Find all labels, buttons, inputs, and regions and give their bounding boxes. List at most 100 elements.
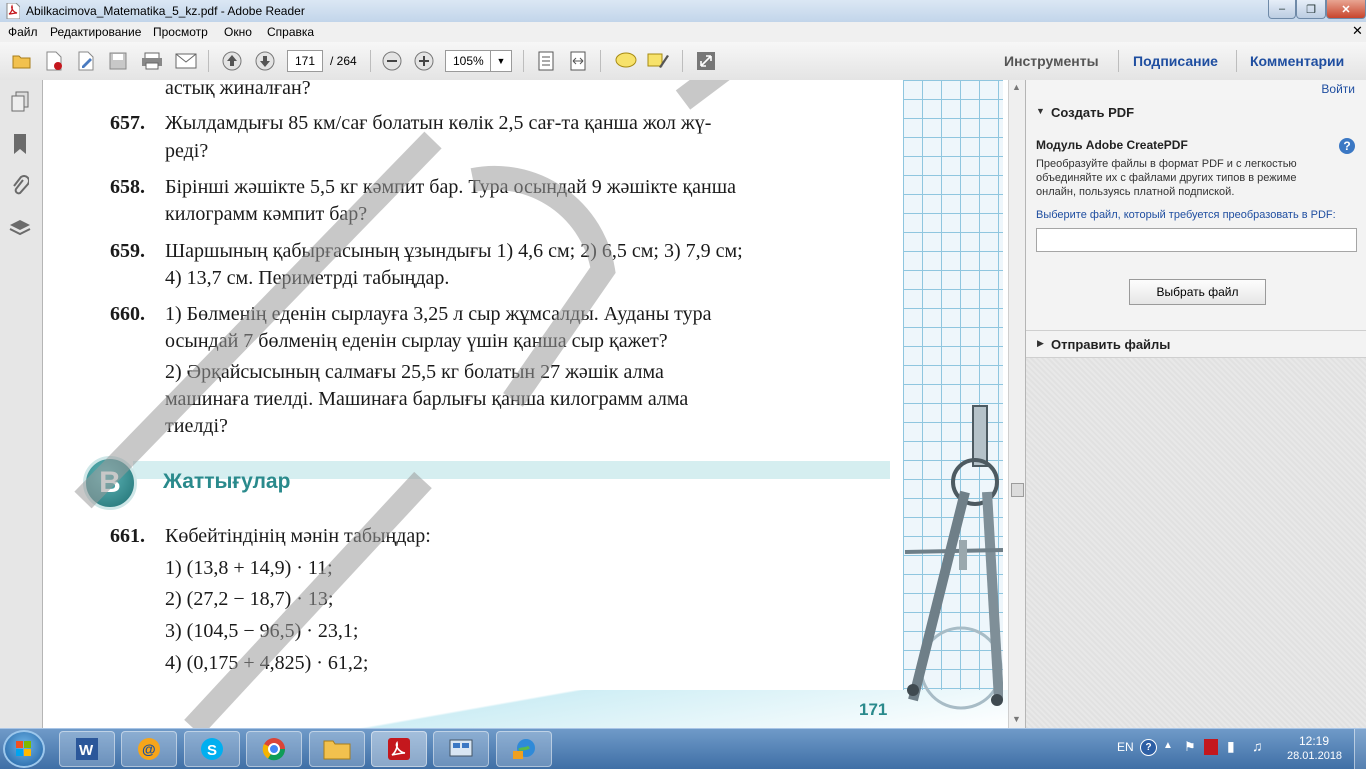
text-line: осындай 7 бөлменің еденін сырлау үшін қа… xyxy=(165,330,668,352)
zoom-dropdown-icon[interactable]: ▼ xyxy=(490,50,512,72)
taskbar-remote-app[interactable] xyxy=(496,731,552,767)
flag-icon[interactable]: ⚑ xyxy=(1184,739,1196,755)
expanded-arrow-icon[interactable]: ▼ xyxy=(1036,106,1045,116)
zoom-input[interactable]: 105% xyxy=(445,50,491,72)
comment-icon[interactable] xyxy=(614,49,638,73)
print-icon[interactable] xyxy=(140,49,164,73)
menu-edit[interactable]: Редактирование xyxy=(50,25,141,39)
toolbar: 171 / 264 105% ▼ Инструменты Подписание … xyxy=(0,42,1366,81)
taskbar-mail[interactable]: @ xyxy=(121,731,177,767)
title-bar: Abilkacimova_Matematika_5_kz.pdf - Adobe… xyxy=(0,0,1366,22)
taskbar-word[interactable]: W xyxy=(59,731,115,767)
taskbar: W @ S EN ? ▲ ⚑ ▮ ♫ 12:19 28.01.2018 xyxy=(0,728,1366,769)
page-number: 171 xyxy=(859,700,888,719)
send-files-section[interactable]: ▶ Отправить файлы xyxy=(1026,331,1366,358)
scroll-down-icon[interactable]: ▼ xyxy=(1012,714,1021,724)
close-document-icon[interactable]: ✕ xyxy=(1352,23,1363,39)
exercise-number: 660. xyxy=(110,303,145,325)
taskbar-skype[interactable]: S xyxy=(184,731,240,767)
window-title: Abilkacimova_Matematika_5_kz.pdf - Adobe… xyxy=(26,4,305,18)
page-number-input[interactable]: 171 xyxy=(287,50,323,72)
document-page[interactable]: астық жиналған? 657. Жылдамдығы 85 км/са… xyxy=(43,80,1008,728)
taskbar-network-app[interactable] xyxy=(433,731,489,767)
taskbar-explorer[interactable] xyxy=(309,731,365,767)
folder-icon xyxy=(323,740,351,760)
show-desktop-button[interactable] xyxy=(1354,729,1366,769)
module-title: Модуль Adobe CreatePDF xyxy=(1036,138,1188,152)
bookmark-icon[interactable] xyxy=(8,132,32,156)
list-item: 4) (0,175 + 4,825) · 61,2; xyxy=(165,652,369,674)
save-icon[interactable] xyxy=(106,49,130,73)
collapsed-arrow-icon[interactable]: ▶ xyxy=(1037,338,1044,349)
list-item: 1) (13,8 + 14,9) · 11; xyxy=(165,557,333,579)
text-line: Көбейтіндінің мәнін табыңдар: xyxy=(165,525,431,547)
menu-window[interactable]: Окно xyxy=(224,25,252,39)
restore-button[interactable]: ❐ xyxy=(1296,0,1326,19)
text-line: 4) 13,7 см. Периметрді табыңдар. xyxy=(165,267,450,289)
zoom-in-icon[interactable] xyxy=(412,49,436,73)
taskbar-adobe-reader[interactable] xyxy=(371,731,427,767)
tray-expand-icon[interactable]: ▲ xyxy=(1163,740,1173,751)
choose-file-button[interactable]: Выбрать файл xyxy=(1129,279,1266,305)
section-badge: B xyxy=(83,456,137,510)
send-files-header[interactable]: Отправить файлы xyxy=(1051,337,1170,352)
help-tray-icon[interactable]: ? xyxy=(1140,739,1157,756)
fit-width-icon[interactable] xyxy=(566,49,590,73)
vertical-scrollbar[interactable]: ▲ ▼ xyxy=(1008,80,1026,728)
next-page-icon[interactable] xyxy=(253,49,277,73)
menu-file[interactable]: Файл xyxy=(8,25,38,39)
clock-date[interactable]: 28.01.2018 xyxy=(1287,750,1342,762)
text-line: машинаға тиелді. Машинаға барлығы қанша … xyxy=(165,388,689,410)
layers-icon[interactable] xyxy=(8,216,32,240)
close-button[interactable]: ✕ xyxy=(1326,0,1366,19)
previous-page-icon[interactable] xyxy=(220,49,244,73)
panel-empty-area xyxy=(1026,358,1366,728)
pages-icon[interactable] xyxy=(8,90,32,114)
text-line: астық жиналған? xyxy=(165,80,311,99)
create-pdf-icon[interactable] xyxy=(42,49,66,73)
edit-pdf-icon[interactable] xyxy=(74,49,98,73)
create-pdf-section: ▼ Создать PDF Модуль Adobe CreatePDF ? П… xyxy=(1026,100,1366,331)
highlight-icon[interactable] xyxy=(646,49,670,73)
language-indicator[interactable]: EN xyxy=(1117,740,1134,754)
svg-text:W: W xyxy=(79,742,94,759)
volume-icon[interactable]: ♫ xyxy=(1252,738,1263,754)
start-button[interactable] xyxy=(3,730,45,768)
tools-link[interactable]: Инструменты xyxy=(1004,53,1099,69)
login-link[interactable]: Войти xyxy=(1321,82,1355,96)
text-line: реді? xyxy=(165,140,209,162)
adobe-tray-icon[interactable] xyxy=(1204,739,1218,755)
create-pdf-header[interactable]: Создать PDF xyxy=(1051,105,1134,120)
list-item: 3) (104,5 − 96,5) · 23,1; xyxy=(165,620,359,642)
select-file-label: Выберите файл, который требуется преобра… xyxy=(1036,209,1336,221)
menu-help[interactable]: Справка xyxy=(267,25,314,39)
panel-top: Войти xyxy=(1026,80,1366,101)
compass-illustration xyxy=(904,405,1003,710)
navigation-pane xyxy=(0,80,43,728)
network-app-icon xyxy=(449,739,473,757)
scroll-up-icon[interactable]: ▲ xyxy=(1012,82,1021,92)
menu-view[interactable]: Просмотр xyxy=(153,25,208,39)
sign-link[interactable]: Подписание xyxy=(1133,53,1218,69)
scroll-thumb[interactable] xyxy=(1011,483,1024,497)
skype-icon: S xyxy=(201,738,223,760)
network-tray-icon[interactable]: ▮ xyxy=(1227,738,1235,755)
minimize-button[interactable]: ‒ xyxy=(1268,0,1296,19)
exercise-number: 659. xyxy=(110,240,145,262)
fullscreen-icon[interactable] xyxy=(694,49,718,73)
email-icon[interactable] xyxy=(174,49,198,73)
text-line: 1) Бөлменің еденін сырлауға 3,25 л сыр ж… xyxy=(165,303,712,325)
mail-agent-icon: @ xyxy=(138,738,160,760)
module-description: Преобразуйте файлы в формат PDF и с легк… xyxy=(1036,158,1297,198)
exercise-number: 657. xyxy=(110,112,145,134)
open-icon[interactable] xyxy=(10,49,34,73)
exercise-number: 661. xyxy=(110,525,145,547)
zoom-out-icon[interactable] xyxy=(380,49,404,73)
help-icon[interactable]: ? xyxy=(1339,138,1355,154)
file-path-input[interactable] xyxy=(1036,228,1357,252)
taskbar-chrome[interactable] xyxy=(246,731,302,767)
clock-time[interactable]: 12:19 xyxy=(1299,734,1329,748)
comments-link[interactable]: Комментарии xyxy=(1250,53,1344,69)
attachment-icon[interactable] xyxy=(8,174,32,198)
fit-page-icon[interactable] xyxy=(534,49,558,73)
